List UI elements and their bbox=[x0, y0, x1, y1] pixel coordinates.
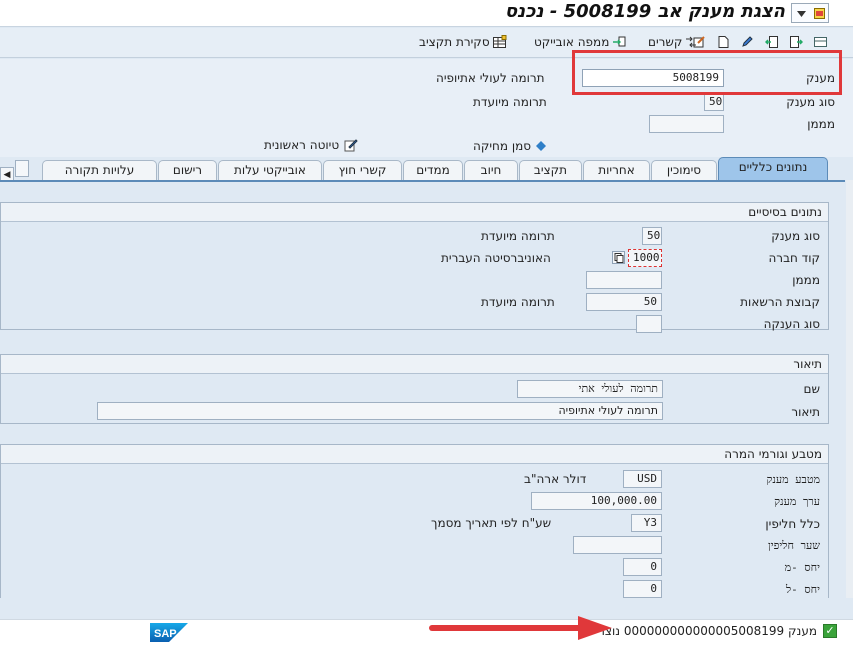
company-code-field[interactable]: 1000 bbox=[628, 249, 662, 267]
tab-scroll-right-icon[interactable] bbox=[15, 160, 29, 177]
ratio-from-label: יחס -מ bbox=[784, 561, 820, 574]
name-field[interactable]: תרומה לעולי אתי bbox=[517, 380, 663, 398]
display-change-icon[interactable] bbox=[814, 36, 827, 48]
status-bar: SAP ✓ מענק 000000000000005008199 נוצר bbox=[0, 619, 853, 645]
company-code-label: קוד חברה bbox=[768, 251, 820, 265]
ratio-to-label: יחס -ל bbox=[785, 583, 820, 596]
sponsor-label: מממן bbox=[807, 117, 835, 131]
sap-logo-text: SAP bbox=[154, 628, 177, 640]
tab-content: נתונים בסיסיים סוג מענק 50 תרומה מיועדת … bbox=[0, 180, 845, 598]
grant-type-field[interactable]: 50 bbox=[704, 93, 724, 111]
tab-billing[interactable]: חיוב bbox=[464, 160, 518, 180]
customize-layout-icon bbox=[813, 7, 825, 19]
budget-overview-button[interactable]: סקירת תקציב bbox=[419, 35, 507, 49]
basic-data-title: נתונים בסיסיים bbox=[1, 203, 828, 222]
object-mapping-button[interactable]: ממפה אובייקט bbox=[534, 35, 626, 49]
tab-references[interactable]: סימוכין bbox=[651, 160, 717, 180]
relationships-icon bbox=[686, 36, 697, 48]
grant-value-field[interactable]: 100,000.00 bbox=[531, 492, 662, 510]
success-check-icon: ✓ bbox=[823, 624, 837, 638]
grant-currency-field[interactable]: USD bbox=[623, 470, 662, 488]
basic-data-group: נתונים בסיסיים סוג מענק 50 תרומה מיועדת … bbox=[0, 202, 829, 333]
tab-budget[interactable]: תקציב bbox=[519, 160, 582, 180]
tab-external-relations[interactable]: קשרי חוץ bbox=[323, 160, 402, 180]
description-group: תיאור שם תרומה לעולי אתי תיאור תרומה לעו… bbox=[0, 354, 829, 424]
auth-group-label: קבוצת הרשאות bbox=[740, 295, 820, 309]
basic-sponsor-label: מממן bbox=[792, 273, 820, 287]
grant-type-description: תרומה מיועדת bbox=[473, 95, 547, 109]
tab-general-data[interactable]: נתונים כלליים bbox=[718, 157, 828, 181]
system-menu-button[interactable] bbox=[791, 3, 829, 23]
first-draft-label: טיוטה ראשונית bbox=[264, 138, 340, 152]
grant-description-text: תרומה לעולי אתיופיה bbox=[436, 71, 545, 85]
grant-currency-description: דולר ארה"ב bbox=[524, 472, 587, 486]
tab-posting[interactable]: רישום bbox=[158, 160, 217, 180]
exchange-rule-field[interactable]: Y3 bbox=[631, 514, 662, 532]
annotation-arrow bbox=[429, 616, 612, 640]
exchange-rule-description: שע"ח לפי תאריך מסמך bbox=[431, 516, 552, 530]
company-code-description: האוניברסיטה העברית bbox=[441, 251, 551, 265]
create-document-icon[interactable] bbox=[717, 36, 730, 48]
tab-dimensions[interactable]: ממדים bbox=[403, 160, 463, 180]
tab-strip: ◀ נתונים כלליים סימוכין אחריות תקציב חיו… bbox=[0, 157, 853, 184]
grant-currency-label: מטבע מענק bbox=[766, 473, 820, 486]
status-message[interactable]: מענק 000000000000005008199 נוצר bbox=[598, 624, 817, 638]
deletion-flag-label: סמן מחיקה bbox=[473, 139, 532, 153]
exchange-rate-field[interactable] bbox=[573, 536, 662, 554]
window-title: הצגת מענק אב 5008199 - נכנס bbox=[504, 1, 785, 22]
auth-group-description: תרומה מיועדת bbox=[481, 295, 555, 309]
exchange-rule-label: כלל חליפין bbox=[765, 517, 820, 531]
description-title: תיאור bbox=[1, 355, 828, 374]
sponsor-field[interactable] bbox=[649, 115, 724, 133]
previous-object-icon[interactable] bbox=[765, 36, 778, 48]
deletion-flag-indicator: סמן מחיקה bbox=[473, 139, 547, 153]
ratio-to-field[interactable]: 0 bbox=[623, 580, 662, 598]
first-draft-indicator: טיוטה ראשונית bbox=[264, 138, 358, 152]
vertical-scrollbar[interactable] bbox=[846, 180, 853, 598]
tab-responsibility[interactable]: אחריות bbox=[583, 160, 650, 180]
currency-title: מטבע וגורמי המרה bbox=[1, 445, 828, 464]
highlight-box bbox=[572, 50, 842, 95]
sap-logo: SAP bbox=[150, 623, 188, 642]
basic-grant-type-description: תרומה מיועדת bbox=[481, 229, 555, 243]
grant-value-label: ערך מענק bbox=[774, 495, 820, 508]
budget-overview-label: סקירת תקציב bbox=[419, 35, 490, 49]
edit-pencil-icon[interactable] bbox=[741, 36, 754, 48]
relationships-label: קשרים bbox=[648, 35, 683, 49]
tab-overhead-costs[interactable]: עלויות תקורה bbox=[42, 160, 157, 180]
grant-type-label: סוג מענק bbox=[786, 95, 835, 109]
basic-sponsor-field[interactable] bbox=[586, 271, 662, 289]
other-object-icon[interactable] bbox=[790, 36, 803, 48]
tab-cost-objects[interactable]: אובייקטי עלות bbox=[218, 160, 322, 180]
diamond-icon bbox=[536, 141, 547, 151]
basic-grant-type-label: סוג מענק bbox=[771, 229, 820, 243]
relationships-button[interactable]: קשרים bbox=[648, 35, 697, 49]
description-field[interactable]: תרומה לעולי אתיופיה bbox=[97, 402, 663, 420]
ratio-from-field[interactable]: 0 bbox=[623, 558, 662, 576]
exchange-rate-label: שער חליפין bbox=[767, 539, 820, 552]
tab-scroll-buttons[interactable]: ◀ bbox=[0, 160, 34, 184]
object-mapping-icon bbox=[613, 36, 626, 47]
award-type-label: סוג הענקה bbox=[763, 317, 820, 331]
basic-grant-type-field[interactable]: 50 bbox=[642, 227, 662, 245]
award-type-field[interactable] bbox=[636, 315, 662, 333]
currency-group: מטבע וגורמי המרה מטבע מענק USD דולר ארה"… bbox=[0, 444, 829, 598]
description-label: תיאור bbox=[791, 405, 820, 419]
draft-pencil-icon bbox=[344, 139, 358, 152]
copy-icon[interactable] bbox=[612, 251, 625, 264]
name-label: שם bbox=[803, 382, 820, 396]
object-mapping-label: ממפה אובייקט bbox=[534, 35, 610, 49]
title-bar: הצגת מענק אב 5008199 - נכנס bbox=[0, 0, 853, 27]
spreadsheet-icon bbox=[492, 35, 507, 48]
auth-group-field[interactable]: 50 bbox=[586, 293, 662, 311]
dropdown-arrow-icon bbox=[796, 10, 806, 17]
